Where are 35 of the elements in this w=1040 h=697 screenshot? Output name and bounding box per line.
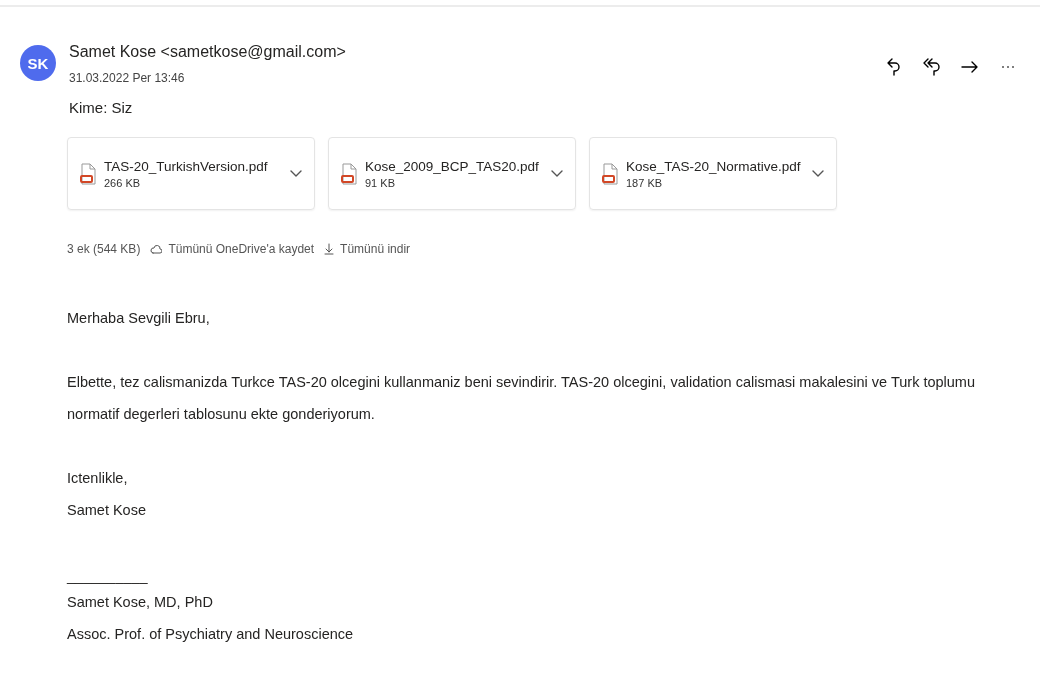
- greeting-text: Merhaba Sevgili Ebru,: [67, 309, 211, 328]
- signature-separator: __________: [67, 567, 149, 586]
- pdf-file-icon: [341, 162, 357, 185]
- download-all-link[interactable]: Tümünü indir: [324, 242, 411, 256]
- more-icon: [1001, 65, 1015, 69]
- pdf-file-icon: [602, 162, 618, 185]
- message-paragraph: Elbette, tez calismanizda Turkce TAS-20 olcegini kullanmaniz beni sevindirir. TAS-20 olcegini, validation calismasi makalesini ve Turk toplumu normatif degerleri tablosunu ekte gonderiyorum.: [67, 373, 976, 424]
- attachment-name: Kose_2009_BCP_TAS20.pdf: [365, 158, 540, 174]
- signature-line: Assoc. Prof. of Psychiatry and Neuroscience: [67, 625, 355, 644]
- sender-name: Samet Kose <sametkose@gmail.com>: [69, 42, 347, 62]
- cloud-icon: [150, 244, 163, 254]
- attachment-name: TAS-20_TurkishVersion.pdf: [104, 158, 269, 174]
- attachment-size: 187 KB: [626, 176, 664, 189]
- recipient-line: Kime: Siz: [69, 98, 134, 118]
- sender-avatar: SK: [20, 45, 56, 81]
- chevron-down-icon[interactable]: [812, 169, 824, 178]
- attachment-size: 266 KB: [104, 176, 142, 189]
- reply-all-icon: [923, 57, 941, 77]
- signature-line: Samet Kose, MD, PhD: [67, 593, 214, 612]
- attachment-name: Kose_TAS-20_Normative.pdf: [626, 158, 802, 174]
- closing-line: Samet Kose: [67, 501, 147, 520]
- arrow-right-icon: [961, 60, 979, 74]
- attachment-card[interactable]: TAS-20_TurkishVersion.pdf 266 KB: [67, 137, 315, 210]
- save-to-onedrive-link[interactable]: Tümünü OneDrive'a kaydet: [150, 242, 315, 256]
- chevron-down-icon[interactable]: [551, 169, 563, 178]
- pdf-file-icon: [80, 162, 96, 185]
- attachment-card[interactable]: Kose_2009_BCP_TAS20.pdf 91 KB: [328, 137, 576, 210]
- chevron-down-icon[interactable]: [290, 169, 302, 178]
- download-icon: [324, 243, 335, 255]
- reply-icon: [887, 57, 901, 77]
- closing-line: Ictenlikle,: [67, 469, 129, 488]
- attachment-size: 91 KB: [365, 176, 396, 189]
- attachment-card[interactable]: Kose_TAS-20_Normative.pdf 187 KB: [589, 137, 837, 210]
- attachment-count: 3 ek (544 KB): [67, 242, 141, 256]
- sent-date: 31.03.2022 Per 13:46: [69, 70, 186, 87]
